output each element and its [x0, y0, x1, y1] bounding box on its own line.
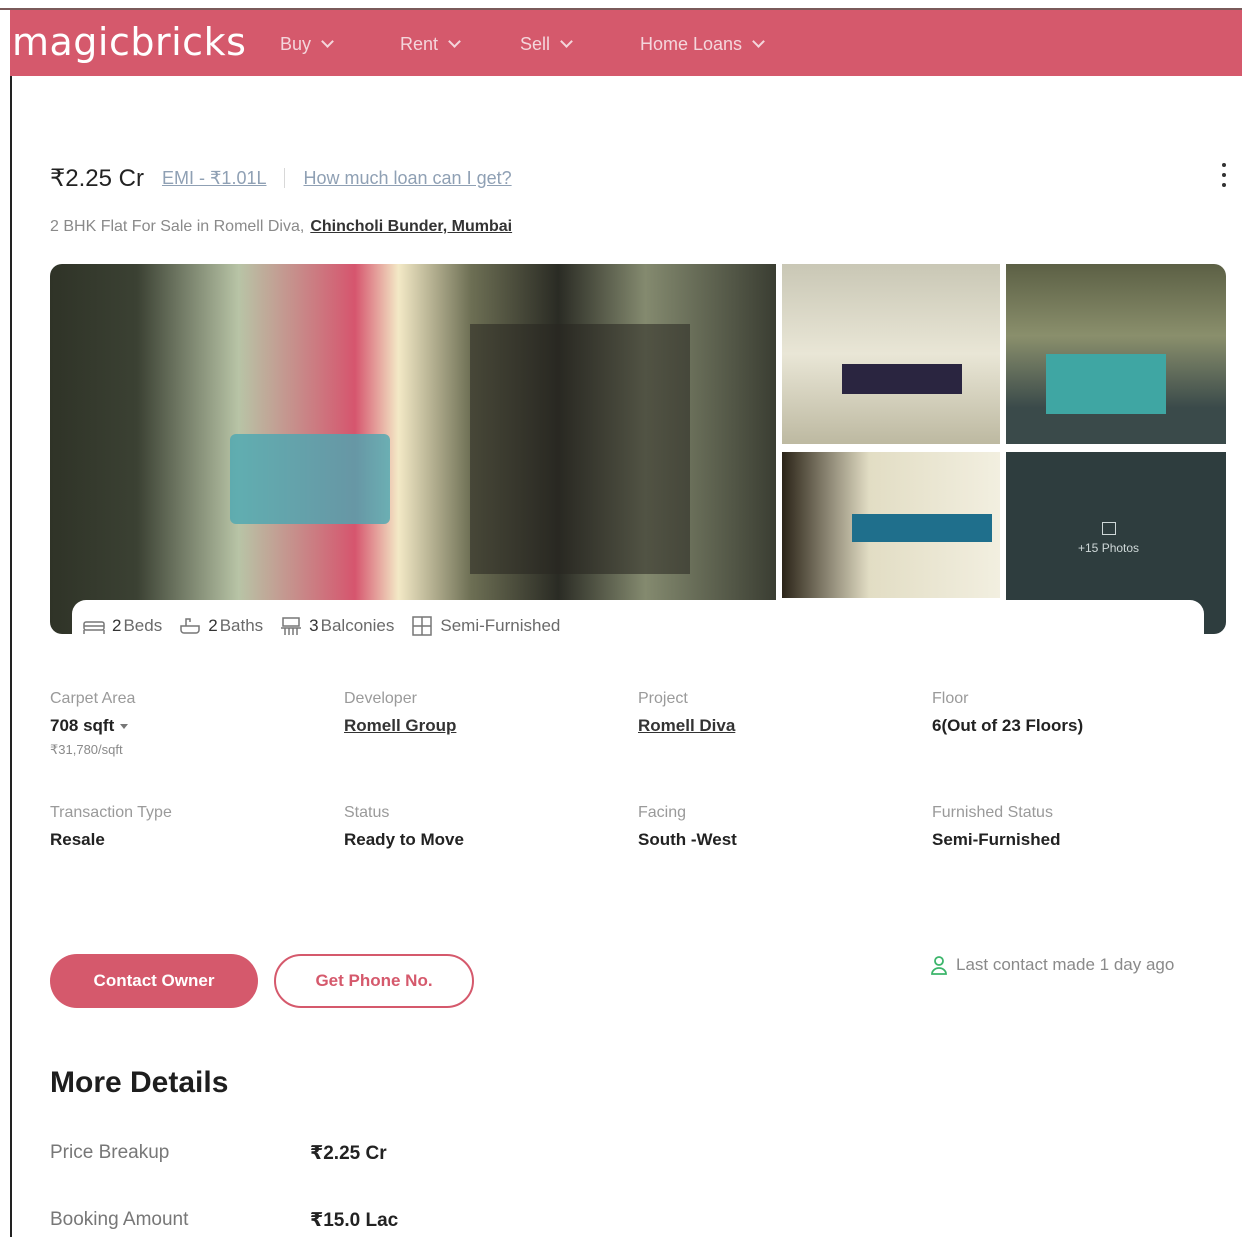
- nav-home-loans[interactable]: Home Loans: [640, 34, 765, 55]
- user-icon: [931, 956, 947, 975]
- floor: Floor 6(Out of 23 Floors): [932, 690, 1212, 736]
- caret-down-icon: [120, 724, 129, 730]
- nav-home-loans-label: Home Loans: [640, 34, 743, 54]
- nav-buy-label: Buy: [280, 34, 312, 54]
- nav-sell-label: Sell: [520, 34, 551, 54]
- beds-count: 2: [112, 616, 122, 635]
- price-row: ₹2.25 Cr EMI - ₹1.01L How much loan can …: [50, 160, 650, 196]
- more-photos-badge: +15 Photos: [1078, 522, 1139, 555]
- transaction-type-label: Transaction Type: [50, 804, 172, 821]
- status: Status Ready to Move: [344, 804, 624, 850]
- more-details-title: More Details: [50, 1066, 229, 1099]
- photo-thumbnail[interactable]: [782, 452, 1000, 598]
- carpet-area: Carpet Area 708 sqft ₹31,780/sqft: [50, 690, 330, 758]
- transaction-type-value: Resale: [50, 830, 105, 849]
- loan-eligibility-link[interactable]: How much loan can I get?: [303, 168, 511, 189]
- furnished-icon: [412, 616, 433, 636]
- detail-key: Booking Amount: [50, 1209, 189, 1230]
- detail-key: Price Breakup: [50, 1142, 170, 1163]
- project-label: Project: [638, 690, 688, 707]
- magicbricks-logo[interactable]: magicbricks: [12, 20, 246, 64]
- feature-balconies: 3 Balconies: [279, 616, 394, 636]
- nav-rent-label: Rent: [400, 34, 439, 54]
- carpet-area-value[interactable]: 708 sqft: [50, 716, 330, 736]
- nav-rent[interactable]: Rent: [400, 34, 461, 55]
- balconies-count: 3: [309, 616, 319, 635]
- feature-furnishing: Semi-Furnished: [410, 616, 560, 636]
- feature-baths: 2 Baths: [178, 616, 263, 636]
- image-icon: [1101, 522, 1116, 535]
- detail-row: Price Breakup ₹2.25 Cr: [50, 1142, 650, 1172]
- feature-bar: 2 Beds 2 Baths 3 Balconies Semi-Furnished: [72, 600, 1204, 652]
- left-border: [10, 76, 12, 1237]
- carpet-area-label: Carpet Area: [50, 690, 136, 707]
- baths-count: 2: [208, 616, 218, 635]
- more-options-icon[interactable]: [1214, 160, 1234, 190]
- listing-type: 2 BHK Flat For Sale in Romell Diva,: [50, 218, 305, 235]
- status-label: Status: [344, 804, 390, 821]
- photo-thumbnail[interactable]: [1006, 264, 1226, 444]
- photo-thumbnail[interactable]: [782, 264, 1000, 444]
- carpet-area-text: 708 sqft: [50, 716, 115, 735]
- developer: Developer Romell Group: [344, 690, 624, 736]
- detail-value: ₹2.25 Cr: [310, 1143, 387, 1164]
- last-contact-text: Last contact made 1 day ago: [956, 955, 1175, 974]
- site-header: magicbricks Buy Rent Sell Home Loans: [10, 10, 1242, 76]
- photos-count: +15 Photos: [1078, 541, 1140, 555]
- chevron-down-icon: [321, 35, 334, 48]
- bed-icon: [83, 621, 105, 634]
- floor-value: 6(Out of 23 Floors): [932, 716, 1084, 735]
- bath-icon: [180, 618, 200, 634]
- nav-sell[interactable]: Sell: [520, 34, 573, 55]
- balconies-label: Balconies: [320, 616, 395, 635]
- listing-price: ₹2.25 Cr: [50, 164, 144, 192]
- baths-label: Baths: [219, 616, 264, 635]
- get-phone-button[interactable]: Get Phone No.: [274, 954, 474, 1008]
- developer-label: Developer: [344, 690, 417, 707]
- chevron-down-icon: [448, 35, 461, 48]
- last-contact-info: Last contact made 1 day ago: [930, 955, 1174, 975]
- main-photo[interactable]: [50, 264, 776, 634]
- balcony-icon: [281, 617, 302, 635]
- price-per-sqft: ₹31,780/sqft: [50, 742, 123, 757]
- feature-beds: 2 Beds: [82, 616, 162, 636]
- project-link[interactable]: Romell Diva: [638, 716, 918, 736]
- facing-value: South -West: [638, 830, 737, 849]
- emi-link[interactable]: EMI - ₹1.01L: [162, 168, 267, 189]
- detail-value: ₹15.0 Lac: [310, 1210, 399, 1231]
- project: Project Romell Diva: [638, 690, 918, 736]
- chevron-down-icon: [752, 35, 765, 48]
- detail-row: Booking Amount ₹15.0 Lac: [50, 1209, 650, 1239]
- furnished-status-label: Furnished Status: [932, 804, 1053, 821]
- chevron-down-icon: [560, 35, 573, 48]
- furnished-status-value: Semi-Furnished: [932, 830, 1061, 849]
- furnishing-label: Semi-Furnished: [440, 616, 561, 635]
- contact-owner-button[interactable]: Contact Owner: [50, 954, 258, 1008]
- developer-link[interactable]: Romell Group: [344, 716, 624, 736]
- photo-gallery: +15 Photos 2 Beds 2 Baths 3 Balconies Semi-…: [50, 264, 1226, 652]
- status-value: Ready to Move: [344, 830, 464, 849]
- transaction-type: Transaction Type Resale: [50, 804, 330, 850]
- furnished-status: Furnished Status Semi-Furnished: [932, 804, 1212, 850]
- facing: Facing South -West: [638, 804, 918, 850]
- listing-subtitle: 2 BHK Flat For Sale in Romell Diva, Chinc…: [50, 218, 512, 236]
- location-link[interactable]: Chincholi Bunder, Mumbai: [310, 218, 512, 235]
- facing-label: Facing: [638, 804, 687, 821]
- divider: [284, 168, 286, 188]
- beds-label: Beds: [123, 616, 163, 635]
- floor-label: Floor: [932, 690, 969, 707]
- nav-buy[interactable]: Buy: [280, 34, 334, 55]
